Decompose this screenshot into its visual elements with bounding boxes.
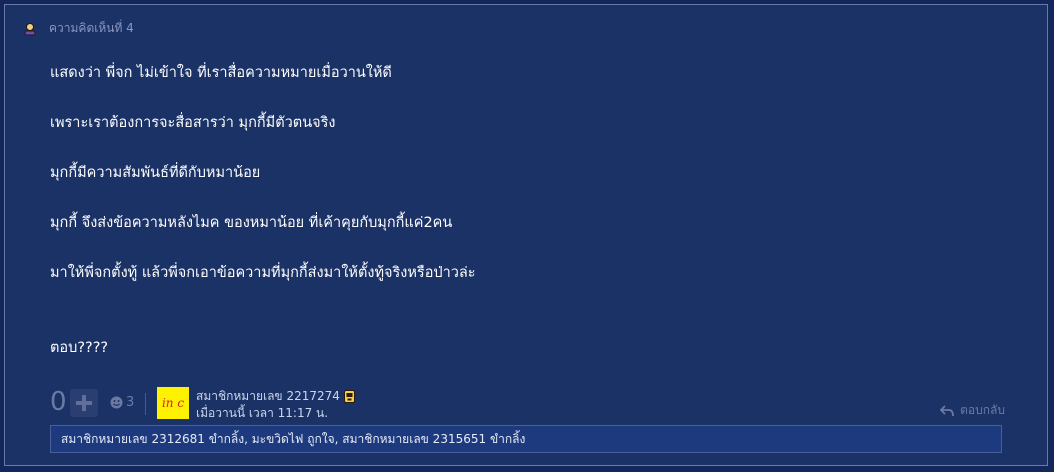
reply-button[interactable]: ตอบกลับ: [940, 401, 1005, 420]
comment-paragraph: มุกกี้ จึงส่งข้อความหลังไมค ของหมาน้อย ท…: [50, 215, 453, 231]
post-time: เมื่อวานนี้ เวลา 11:17 น.: [196, 406, 329, 420]
avatar[interactable]: in c: [157, 387, 189, 419]
comment-paragraph: เพราะเราต้องการจะสื่อสารว่า มุกกี้มีตัวต…: [50, 115, 336, 131]
comment-card: ความคิดเห็นที่ 4 แสดงว่า พี่จก ไม่เข้าใจ…: [4, 4, 1048, 466]
emotion-button[interactable]: 3: [110, 395, 134, 410]
user-icon: [24, 22, 36, 35]
reply-label: ตอบกลับ: [960, 403, 1005, 417]
comment-paragraph: ตอบ????: [50, 340, 109, 356]
member-badge-icon: [343, 390, 355, 403]
comment-paragraph: มุกกี้มีความสัมพันธ์ที่ดีกับหมาน้อย: [50, 165, 261, 181]
comment-header: ความคิดเห็นที่ 4: [23, 19, 134, 38]
vote-count: 0: [50, 387, 67, 417]
vote-plus-button[interactable]: [70, 389, 98, 417]
comment-footer: 0 3 in c สมาชิกหมายเลข 2217274 เมื่อวานน…: [50, 385, 1005, 421]
emotion-face-icon: [110, 396, 123, 409]
avatar-text: in c: [161, 396, 185, 410]
comment-number: ความคิดเห็นที่ 4: [49, 21, 134, 35]
comment-paragraph: มาให้พี่จกตั้งทู้ แล้วพี่จกเอาข้อความที่…: [50, 265, 476, 281]
reply-icon: [940, 404, 955, 416]
reaction-text: สมาชิกหมายเลข 2312681 ขำกลิ้ง, มะขวิดไฟ …: [61, 432, 526, 446]
emotion-count: 3: [126, 395, 135, 410]
reaction-summary[interactable]: สมาชิกหมายเลข 2312681 ขำกลิ้ง, มะขวิดไฟ …: [50, 425, 1002, 453]
divider: [145, 393, 146, 415]
comment-paragraph: แสดงว่า พี่จก ไม่เข้าใจ ที่เราสื่อความหม…: [50, 65, 392, 81]
